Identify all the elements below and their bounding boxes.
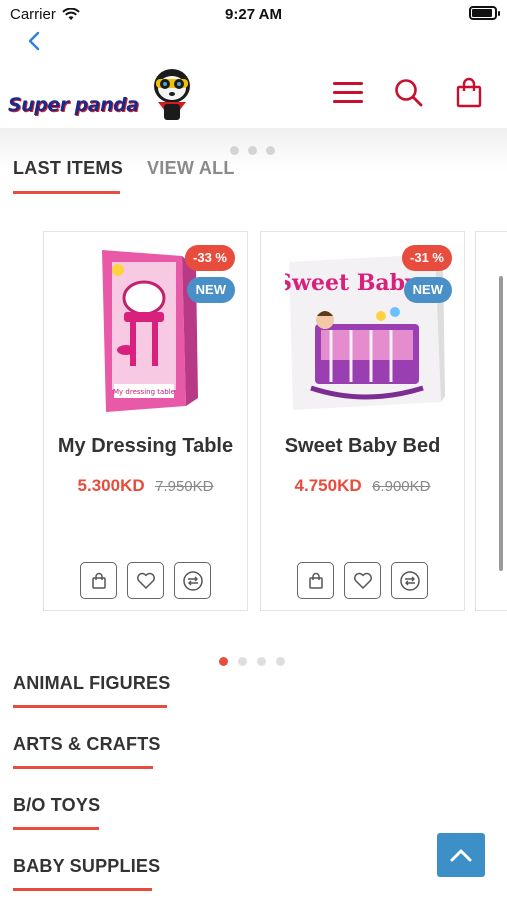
active-tab-indicator	[13, 191, 120, 194]
pagination-dot[interactable]	[276, 657, 285, 666]
add-to-cart-button[interactable]	[297, 562, 334, 599]
chevron-up-icon	[450, 849, 472, 862]
product-name[interactable]: My Dressing Table	[44, 435, 247, 458]
current-price: 4.750KD	[294, 476, 362, 495]
category-bo-toys[interactable]: B/O TOYS	[13, 795, 101, 830]
product-card[interactable]: Sweet Baby -31 % NEW Sweet Baby Bed 4.75…	[260, 231, 465, 611]
battery-icon	[469, 6, 500, 20]
product-prices: 4.750KD 6.900KD	[261, 476, 464, 496]
search-button[interactable]	[392, 76, 426, 110]
product-tabs: LAST ITEMS VIEW ALL	[13, 158, 235, 179]
compare-icon	[182, 570, 203, 591]
old-price: 6.900KD	[372, 478, 431, 495]
add-to-cart-button[interactable]	[80, 562, 117, 599]
new-badge: NEW	[186, 277, 235, 303]
category-label: ANIMAL FIGURES	[13, 673, 171, 693]
product-carousel[interactable]: My dressing table -33 % NEW My Dressing …	[43, 231, 507, 613]
cart-button[interactable]	[453, 76, 487, 110]
discount-badge: -31 %	[402, 245, 452, 271]
compare-button[interactable]	[391, 562, 428, 599]
scroll-to-top-button[interactable]	[437, 833, 485, 877]
hamburger-menu-icon	[333, 82, 363, 103]
back-chevron-icon	[28, 31, 40, 51]
logo-text: Super panda	[8, 94, 139, 116]
product-image: My dressing table	[102, 250, 198, 412]
category-label: ARTS & CRAFTS	[13, 734, 161, 754]
app-header: Super panda	[0, 60, 507, 130]
product-prices: 5.300KD 7.950KD	[44, 476, 247, 496]
category-underline	[13, 766, 153, 769]
back-button[interactable]	[24, 30, 46, 52]
compare-button[interactable]	[174, 562, 211, 599]
pagination-dot[interactable]	[257, 657, 266, 666]
box-title: Sweet Baby	[285, 270, 419, 296]
pagination-dot[interactable]	[238, 657, 247, 666]
product-image: Sweet Baby	[285, 254, 445, 410]
add-to-cart-icon	[91, 572, 106, 589]
add-to-cart-icon	[308, 572, 323, 589]
wishlist-button[interactable]	[127, 562, 164, 599]
vertical-scrollbar[interactable]	[499, 276, 503, 571]
product-name[interactable]: Sweet Baby Bed	[261, 435, 464, 458]
category-underline	[13, 888, 152, 891]
search-icon	[395, 79, 423, 107]
carousel-pagination	[219, 657, 285, 666]
discount-badge: -33 %	[185, 245, 235, 271]
status-time: 9:27 AM	[225, 6, 282, 23]
panda-mascot-icon	[154, 69, 190, 120]
card-actions	[80, 562, 211, 599]
pagination-dot[interactable]	[230, 146, 239, 155]
menu-button[interactable]	[331, 76, 365, 110]
product-card[interactable]: My dressing table -33 % NEW My Dressing …	[43, 231, 248, 611]
category-label: B/O TOYS	[13, 795, 101, 815]
card-actions	[297, 562, 428, 599]
pagination-dot[interactable]	[266, 146, 275, 155]
category-baby-supplies[interactable]: BABY SUPPLIES	[13, 856, 161, 891]
old-price: 7.950KD	[155, 478, 214, 495]
brand-logo[interactable]: Super panda	[4, 64, 194, 124]
compare-icon	[399, 570, 420, 591]
tab-last-items[interactable]: LAST ITEMS	[13, 158, 123, 179]
wishlist-button[interactable]	[344, 562, 381, 599]
new-badge: NEW	[403, 277, 452, 303]
svg-text:My dressing table: My dressing table	[113, 388, 175, 396]
pagination-dot[interactable]	[248, 146, 257, 155]
wishlist-heart-icon	[353, 572, 372, 589]
category-animal-figures[interactable]: ANIMAL FIGURES	[13, 673, 171, 708]
category-underline	[13, 827, 99, 830]
category-label: BABY SUPPLIES	[13, 856, 161, 876]
banner-pagination	[230, 146, 275, 155]
current-price: 5.300KD	[77, 476, 145, 495]
category-underline	[13, 705, 167, 708]
category-arts-crafts[interactable]: ARTS & CRAFTS	[13, 734, 161, 769]
shopping-bag-icon	[456, 77, 482, 108]
status-bar: Carrier 9:27 AM	[0, 0, 507, 28]
wishlist-heart-icon	[136, 572, 155, 589]
tab-view-all[interactable]: VIEW ALL	[147, 158, 235, 179]
pagination-dot-active[interactable]	[219, 657, 228, 666]
